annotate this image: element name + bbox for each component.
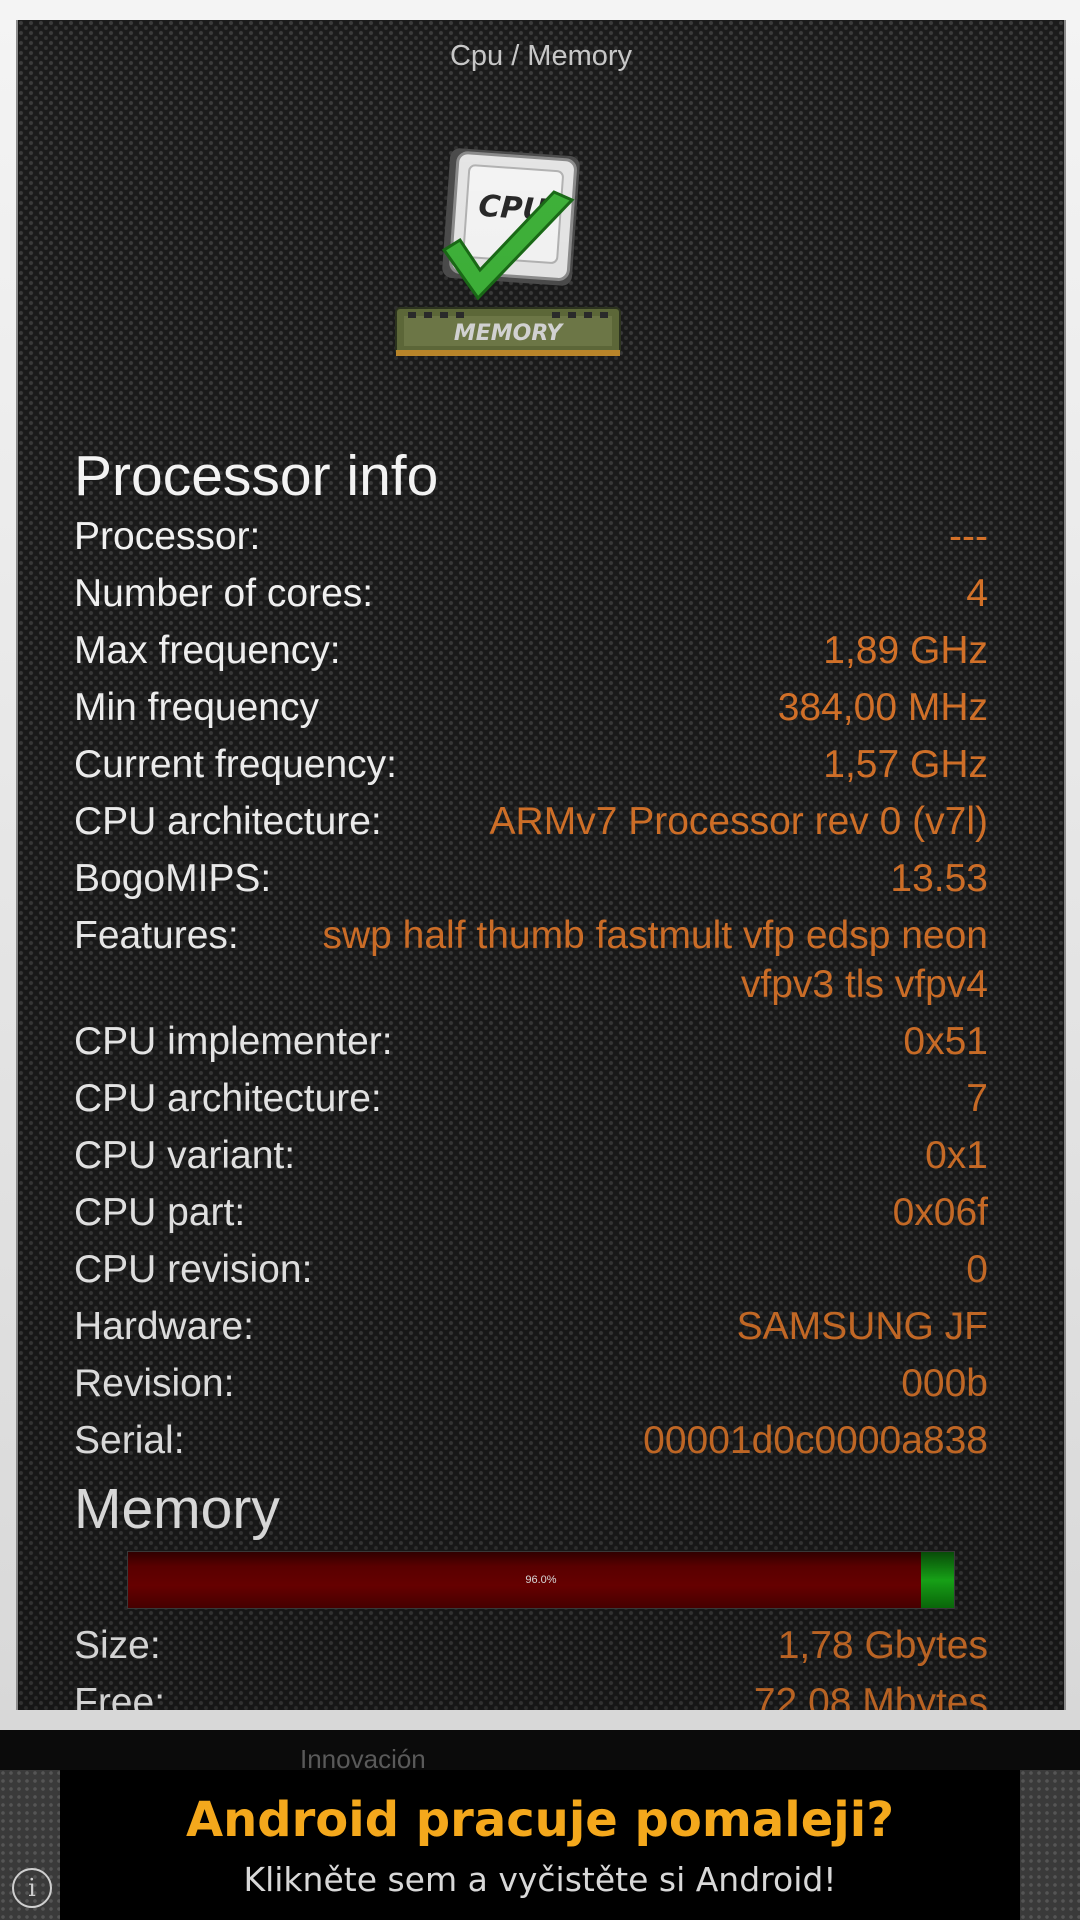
features-row: Features: swp half thumb fastmult vfp ed… [74, 911, 988, 1009]
row-label: Features: [74, 914, 239, 957]
row-value: 1,78 Gbytes [777, 1624, 988, 1667]
info-content: Processor info Processor: --- Number of … [74, 440, 988, 1710]
memory-usage-percent: 96.0% [525, 1574, 557, 1586]
row-label: Number of cores: [74, 572, 374, 615]
cpu-variant-row: CPU variant: 0x1 [74, 1131, 988, 1180]
row-value: SAMSUNG JF [736, 1305, 988, 1348]
cpu-part-row: CPU part: 0x06f [74, 1188, 988, 1237]
row-value: 0x1 [925, 1134, 988, 1177]
row-value: 1,57 GHz [823, 743, 988, 786]
processor-info-list: Processor: --- Number of cores: 4 Max fr… [74, 512, 988, 1465]
row-value: 1,89 GHz [823, 629, 988, 672]
memory-info-list: Size: 1,78 Gbytes Free: 72,08 Mbytes [74, 1621, 988, 1710]
processor-section-title: Processor info [74, 444, 439, 508]
bogomips-row: BogoMIPS: 13.53 [74, 854, 988, 903]
memory-section-title: Memory [74, 1477, 280, 1541]
max-frequency-row: Max frequency: 1,89 GHz [74, 626, 988, 675]
hardware-row: Hardware: SAMSUNG JF [74, 1302, 988, 1351]
row-label: Revision: [74, 1362, 235, 1405]
row-label: BogoMIPS: [74, 857, 272, 900]
row-value: 4 [966, 572, 988, 615]
row-value: 72,08 Mbytes [753, 1681, 988, 1710]
row-value: 7 [966, 1077, 988, 1120]
min-frequency-row: Min frequency 384,00 MHz [74, 683, 988, 732]
ad-subline[interactable]: Klikněte sem a vyčistěte si Android! [60, 1860, 1020, 1899]
row-label: CPU implementer: [74, 1020, 393, 1063]
ad-info-icon[interactable]: i [12, 1868, 52, 1908]
content-panel[interactable]: Cpu / Memory MEMORY CPU Processor info P… [16, 20, 1066, 1710]
cpu-memory-logo: MEMORY CPU [382, 130, 702, 380]
row-label: Processor: [74, 515, 261, 558]
row-value: --- [949, 515, 988, 558]
svg-text:MEMORY: MEMORY [454, 321, 564, 346]
memory-size-row: Size: 1,78 Gbytes [74, 1621, 988, 1670]
cpu-architecture-row: CPU architecture: ARMv7 Processor rev 0 … [74, 797, 988, 846]
row-label: Free: [74, 1681, 166, 1710]
row-label: CPU part: [74, 1191, 246, 1234]
page-title: Cpu / Memory [449, 40, 633, 72]
current-frequency-row: Current frequency: 1,57 GHz [74, 740, 988, 789]
processor-row: Processor: --- [74, 512, 988, 561]
cpu-revision-row: CPU revision: 0 [74, 1245, 988, 1294]
row-label: CPU variant: [74, 1134, 296, 1177]
revision-row: Revision: 000b [74, 1359, 988, 1408]
ad-banner[interactable]: Android pracuje pomaleji? Klikněte sem a… [60, 1770, 1020, 1920]
row-label: Max frequency: [74, 629, 341, 672]
row-value: 000b [901, 1362, 988, 1405]
cpu-implementer-row: CPU implementer: 0x51 [74, 1017, 988, 1066]
row-label: CPU architecture: [74, 1077, 382, 1120]
row-label: Min frequency [74, 686, 319, 729]
memory-free-row: Free: 72,08 Mbytes [74, 1678, 988, 1710]
cores-row: Number of cores: 4 [74, 569, 988, 618]
row-label: Hardware: [74, 1305, 254, 1348]
row-value: 0 [966, 1248, 988, 1291]
row-value: 0x51 [903, 1020, 988, 1063]
ad-headline[interactable]: Android pracuje pomaleji? [60, 1792, 1020, 1848]
row-value: 384,00 MHz [777, 686, 988, 729]
row-label: CPU architecture: [74, 800, 382, 843]
ad-side-pattern-right [1020, 1770, 1080, 1920]
cpu-architecture-number-row: CPU architecture: 7 [74, 1074, 988, 1123]
row-label: Current frequency: [74, 743, 397, 786]
row-value: 13.53 [890, 857, 988, 900]
row-label: Size: [74, 1624, 161, 1667]
row-value: ARMv7 Processor rev 0 (v7l) [489, 800, 988, 843]
memory-usage-bar: 96.0% [127, 1551, 955, 1609]
row-value: 00001d0c0000a838 [643, 1419, 988, 1462]
row-value: 0x06f [892, 1191, 988, 1234]
row-value: swp half thumb fastmult vfp edsp neon vf… [322, 914, 988, 1006]
row-label: Serial: [74, 1419, 185, 1462]
row-label: CPU revision: [74, 1248, 313, 1291]
serial-row: Serial: 00001d0c0000a838 [74, 1416, 988, 1465]
